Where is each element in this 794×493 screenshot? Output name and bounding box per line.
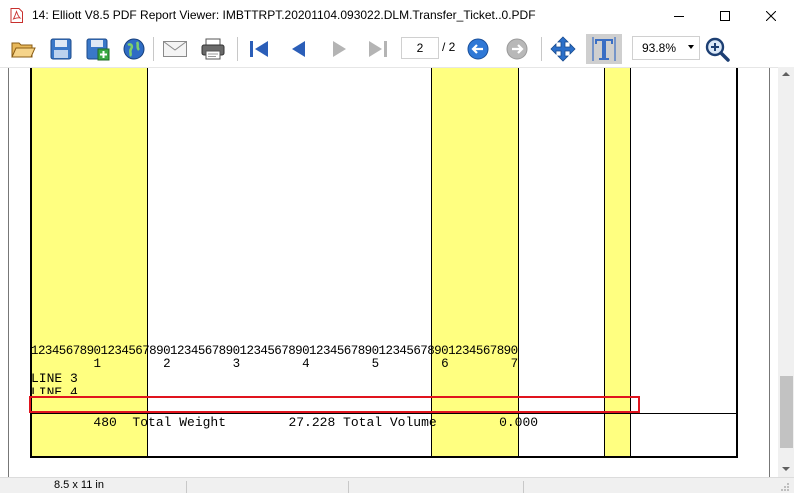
ruler-tens: 1 2 3 4 5 6 7	[31, 357, 519, 371]
save-as-button[interactable]	[83, 34, 113, 64]
status-bar: 8.5 x 11 in	[0, 477, 794, 493]
save-button[interactable]	[46, 34, 76, 64]
document-viewport[interactable]: 1234567890123456789012345678901234567890…	[0, 67, 778, 477]
print-button[interactable]	[198, 34, 228, 64]
envelope-icon	[163, 41, 187, 57]
maximize-button[interactable]	[702, 0, 748, 31]
resize-grip-icon[interactable]	[780, 482, 790, 492]
open-button[interactable]	[8, 34, 38, 64]
printer-icon	[201, 38, 225, 60]
report-line-3: LINE 3	[31, 371, 78, 386]
page-total: / 2	[442, 40, 456, 54]
paper-size-status: 8.5 x 11 in	[54, 479, 104, 491]
pdf-file-icon	[10, 8, 23, 23]
window-title: 14: Elliott V8.5 PDF Report Viewer: IMBT…	[32, 8, 536, 22]
save-disk-icon	[50, 38, 72, 60]
scrollbar-thumb[interactable]	[780, 376, 793, 448]
first-page-icon	[250, 41, 268, 57]
back-button[interactable]	[463, 34, 493, 64]
scroll-up-icon[interactable]	[782, 72, 790, 76]
folder-open-icon	[11, 42, 36, 58]
last-page-button[interactable]	[363, 34, 393, 64]
minimize-icon	[674, 15, 684, 17]
prev-page-button[interactable]	[283, 34, 313, 64]
save-plus-icon	[86, 38, 110, 61]
title-bar: 14: Elliott V8.5 PDF Report Viewer: IMBT…	[0, 0, 794, 31]
forward-button[interactable]	[502, 34, 532, 64]
pan-button[interactable]	[548, 34, 578, 64]
minimize-button[interactable]	[656, 0, 702, 31]
forward-circle-icon	[506, 38, 528, 60]
move-arrows-icon	[550, 36, 576, 62]
back-circle-icon	[467, 38, 489, 60]
ruler-digits: 1234567890123456789012345678901234567890…	[31, 344, 518, 358]
toolbar: 2 / 2 93.8%	[0, 31, 794, 67]
selection-rectangle	[29, 396, 640, 413]
scroll-down-icon[interactable]	[782, 467, 790, 471]
prev-page-icon	[292, 41, 305, 57]
next-page-icon	[333, 41, 346, 57]
zoom-in-button[interactable]	[702, 34, 732, 64]
last-page-icon	[369, 41, 387, 57]
zoom-in-icon	[705, 37, 730, 62]
first-page-button[interactable]	[244, 34, 274, 64]
page-number-input[interactable]: 2	[401, 37, 439, 59]
text-select-button[interactable]	[586, 34, 622, 64]
email-button[interactable]	[160, 34, 190, 64]
page-frame-right	[736, 68, 738, 458]
globe-icon	[123, 38, 145, 60]
report-line-4: LINE 4	[31, 387, 78, 394]
close-icon	[766, 10, 776, 21]
close-button[interactable]	[748, 0, 794, 31]
chevron-down-icon[interactable]	[688, 45, 694, 49]
page-frame-bottom	[30, 456, 738, 458]
text-cursor-icon	[592, 37, 616, 61]
total-row: 480 Total Weight 27.228 Total Volume 0.0…	[31, 415, 539, 430]
web-button[interactable]	[119, 34, 149, 64]
total-separator-line	[32, 413, 738, 414]
maximize-icon	[720, 10, 730, 21]
next-page-button[interactable]	[325, 34, 355, 64]
